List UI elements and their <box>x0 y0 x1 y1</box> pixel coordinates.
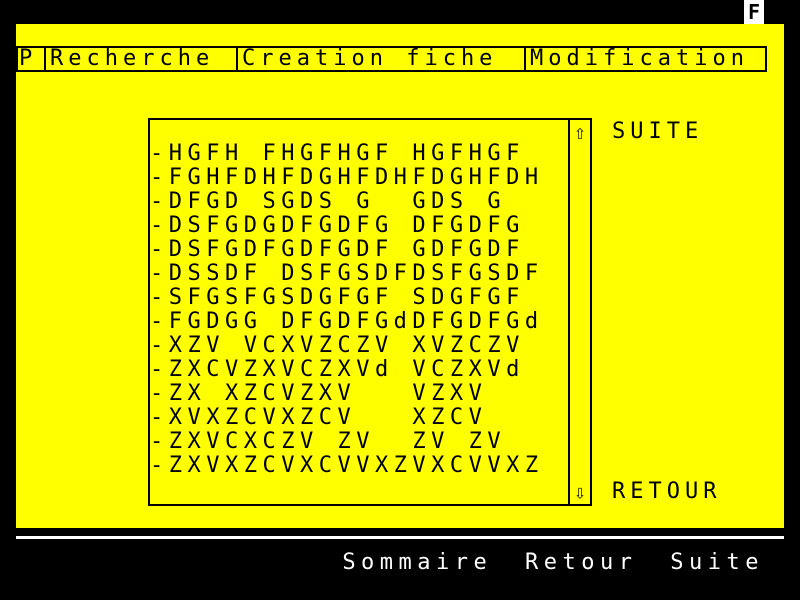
list-item[interactable]: -DFGD SGDS G GDS G <box>150 190 568 214</box>
list-item[interactable]: -ZXVXZCVXCVVXZVXCVVXZ <box>150 454 568 478</box>
list-item[interactable]: -HGFH FHGFHGF HGFHGF <box>150 142 568 166</box>
suite-button[interactable]: Suite <box>670 550 764 575</box>
menu-item-p[interactable]: P <box>18 48 46 70</box>
list-item[interactable]: -ZXCVZXVCZXVd VCZXVd <box>150 358 568 382</box>
list-item[interactable]: -DSSDF DSFGSDFDSFGSDF <box>150 262 568 286</box>
list-item[interactable]: -XVXZCVXZCV XZCV <box>150 406 568 430</box>
menu-item-creation-fiche[interactable]: Creation fiche <box>238 48 526 70</box>
menu-bar: P Recherche Creation fiche Modification <box>16 46 767 72</box>
list-item[interactable]: -DSFGDFGDFGDF GDFGDF <box>150 238 568 262</box>
record-list-lines: -HGFH FHGFHGF HGFHGF -FGHFDHFDGHFDHFDGHF… <box>150 142 568 478</box>
list-item[interactable]: -DSFGDGDFGDFG DFGDFG <box>150 214 568 238</box>
scroll-up-arrow-icon[interactable]: ⇧ <box>570 120 590 144</box>
bottom-menu: Sommaire Retour Suite <box>16 550 764 576</box>
list-item[interactable]: -ZX XZCVZXV VZXV <box>150 382 568 406</box>
divider <box>16 536 784 539</box>
list-item[interactable]: -FGDGG DFGDFGdDFGDFGd <box>150 310 568 334</box>
suite-link[interactable]: SUITE <box>612 120 703 144</box>
main-screen: P Recherche Creation fiche Modification … <box>16 24 784 528</box>
scroll-down-arrow-icon[interactable]: ⇩ <box>570 480 590 504</box>
menu-item-recherche[interactable]: Recherche <box>46 48 238 70</box>
list-item[interactable]: -XZV VCXVZCZV XVZCZV <box>150 334 568 358</box>
record-list: -HGFH FHGFHGF HGFHGF -FGHFDHFDGHFDHFDGHF… <box>148 118 592 506</box>
menu-item-modification[interactable]: Modification <box>526 48 765 70</box>
list-item[interactable]: -ZXVCXCZV ZV ZV ZV <box>150 430 568 454</box>
scrollbar[interactable]: ⇧ ⇩ <box>568 120 590 504</box>
list-item[interactable]: -FGHFDHFDGHFDHFDGHFDH <box>150 166 568 190</box>
sommaire-button[interactable]: Sommaire <box>342 550 492 575</box>
top-indicator: F <box>744 0 764 24</box>
retour-link[interactable]: RETOUR <box>612 480 721 504</box>
retour-button[interactable]: Retour <box>525 550 637 575</box>
list-item[interactable]: -SFGSFGSDGFGF SDGFGF <box>150 286 568 310</box>
